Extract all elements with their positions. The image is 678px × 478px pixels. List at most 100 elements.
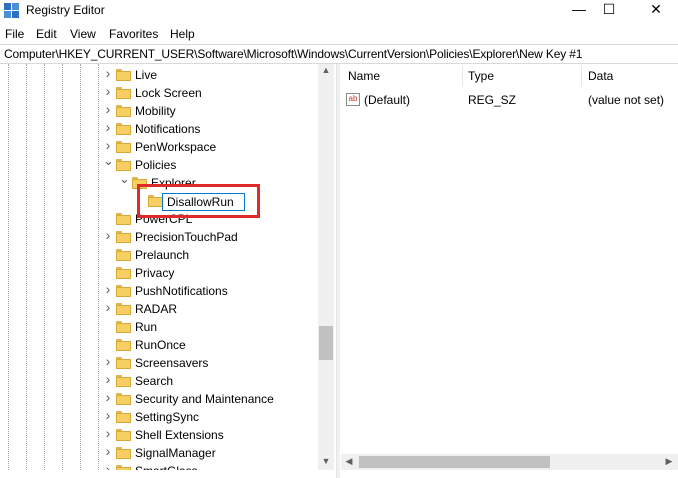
folder-icon: [116, 465, 131, 470]
scroll-up-arrow-icon[interactable]: ▲: [318, 65, 334, 75]
chevron-right-icon[interactable]: ›: [103, 120, 113, 134]
value-row[interactable]: ab (Default) REG_SZ (value not set): [341, 92, 678, 110]
maximize-button[interactable]: ☐: [594, 0, 624, 20]
pane-splitter[interactable]: [336, 64, 340, 478]
column-divider[interactable]: [581, 66, 582, 86]
tree-item[interactable]: Privacy: [0, 265, 316, 283]
tree-item[interactable]: RunOnce: [0, 337, 316, 355]
chevron-right-icon[interactable]: ›: [103, 462, 113, 470]
menu-edit[interactable]: Edit: [36, 27, 57, 41]
highlight-box: [137, 184, 260, 218]
tree-item-label: Run: [135, 320, 158, 334]
chevron-right-icon[interactable]: ›: [103, 408, 113, 422]
address-bar[interactable]: Computer\HKEY_CURRENT_USER\Software\Micr…: [0, 44, 678, 64]
tree-item[interactable]: › Shell Extensions: [0, 426, 316, 445]
scroll-right-arrow-icon[interactable]: ▶: [661, 456, 677, 467]
chevron-right-icon[interactable]: ›: [103, 300, 113, 314]
tree-item-label: Live: [135, 68, 158, 82]
tree-item[interactable]: › SmartGlass: [0, 462, 316, 470]
column-divider[interactable]: [462, 66, 463, 86]
value-type: REG_SZ: [468, 93, 517, 107]
chevron-right-icon[interactable]: ›: [103, 228, 113, 242]
tree-item[interactable]: Prelaunch: [0, 247, 316, 265]
chevron-right-icon[interactable]: ›: [103, 282, 113, 296]
chevron-down-icon[interactable]: ⌄: [103, 154, 114, 167]
folder-icon: [116, 213, 131, 225]
tree-vertical-scrollbar[interactable]: ▲ ▼: [318, 64, 334, 470]
tree-scroll-thumb[interactable]: [319, 326, 333, 360]
folder-icon: [116, 69, 131, 81]
chevron-down-icon[interactable]: ⌄: [119, 172, 130, 185]
address-path[interactable]: Computer\HKEY_CURRENT_USER\Software\Micr…: [4, 47, 582, 61]
tree-item-label: Prelaunch: [135, 248, 190, 262]
tree-item[interactable]: › SettingSync: [0, 408, 316, 427]
registry-editor-icon: [4, 3, 19, 18]
tree-item[interactable]: › Mobility: [0, 102, 316, 121]
tree-item[interactable]: › Live: [0, 66, 316, 85]
scroll-left-arrow-icon[interactable]: ◀: [341, 456, 357, 467]
tree-item-label: Security and Maintenance: [135, 392, 274, 406]
tree-item-label: SignalManager: [135, 446, 216, 460]
tree-item[interactable]: › PrecisionTouchPad: [0, 228, 316, 247]
tree-item[interactable]: Run: [0, 319, 316, 337]
chevron-right-icon[interactable]: ›: [103, 390, 113, 404]
folder-icon: [116, 393, 131, 405]
value-name: (Default): [364, 93, 411, 107]
menu-file[interactable]: File: [5, 27, 24, 41]
chevron-right-icon[interactable]: ›: [103, 444, 113, 458]
string-value-icon: ab: [346, 93, 360, 106]
menu-favorites[interactable]: Favorites: [109, 27, 158, 41]
folder-icon: [116, 249, 131, 261]
folder-icon: [116, 159, 131, 171]
tree-item[interactable]: › Lock Screen: [0, 84, 316, 103]
tree-item[interactable]: › Notifications: [0, 120, 316, 139]
tree-item-label: Policies: [135, 158, 177, 172]
tree-item[interactable]: › PushNotifications: [0, 282, 316, 301]
menu-help[interactable]: Help: [170, 27, 195, 41]
tree-item[interactable]: ⌄ Policies: [0, 154, 316, 175]
tree-item[interactable]: › SignalManager: [0, 444, 316, 463]
chevron-right-icon[interactable]: ›: [103, 372, 113, 386]
tree-item[interactable]: › Security and Maintenance: [0, 390, 316, 409]
tree-item-label: Notifications: [135, 122, 201, 136]
folder-icon: [116, 447, 131, 459]
menu-bar: File Edit View Favorites Help: [0, 24, 678, 44]
column-header-name[interactable]: Name: [348, 69, 380, 83]
tree-item-label: Lock Screen: [135, 86, 202, 100]
tree-item[interactable]: › Search: [0, 372, 316, 391]
chevron-right-icon[interactable]: ›: [103, 84, 113, 98]
tree-item-label: Privacy: [135, 266, 175, 280]
tree-item-label: PenWorkspace: [135, 140, 217, 154]
tree-item-label: Screensavers: [135, 356, 209, 370]
folder-icon: [116, 105, 131, 117]
chevron-right-icon[interactable]: ›: [103, 66, 113, 80]
tree-item-label: SmartGlass: [135, 464, 198, 470]
chevron-right-icon[interactable]: ›: [103, 102, 113, 116]
values-horizontal-scrollbar[interactable]: ◀ ▶: [341, 454, 678, 470]
values-scroll-thumb[interactable]: [359, 456, 550, 468]
chevron-right-icon[interactable]: ›: [103, 138, 113, 152]
chevron-right-icon[interactable]: ›: [103, 354, 113, 368]
tree-item-label: RunOnce: [135, 338, 186, 352]
tree-item[interactable]: › RADAR: [0, 300, 316, 319]
tree-item[interactable]: › PenWorkspace: [0, 138, 316, 157]
minimize-button[interactable]: —: [564, 0, 594, 20]
column-header-type[interactable]: Type: [468, 69, 494, 83]
tree-item[interactable]: › Screensavers: [0, 354, 316, 373]
scroll-down-arrow-icon[interactable]: ▼: [318, 456, 334, 466]
folder-icon: [116, 303, 131, 315]
column-header-data[interactable]: Data: [588, 69, 613, 83]
key-tree-pane[interactable]: › Live › Lock Screen › Mobility › Notifications…: [0, 64, 336, 470]
menu-view[interactable]: View: [70, 27, 96, 41]
values-list-pane[interactable]: Name Type Data ab (Default) REG_SZ (valu…: [341, 64, 678, 470]
close-button[interactable]: ✕: [641, 0, 671, 20]
folder-icon: [116, 267, 131, 279]
folder-icon: [116, 87, 131, 99]
folder-icon: [116, 357, 131, 369]
folder-icon: [116, 123, 131, 135]
tree-item-label: PrecisionTouchPad: [135, 230, 238, 244]
tree-item-label: Search: [135, 374, 174, 388]
chevron-right-icon[interactable]: ›: [103, 426, 113, 440]
folder-icon: [116, 375, 131, 387]
folder-icon: [116, 141, 131, 153]
